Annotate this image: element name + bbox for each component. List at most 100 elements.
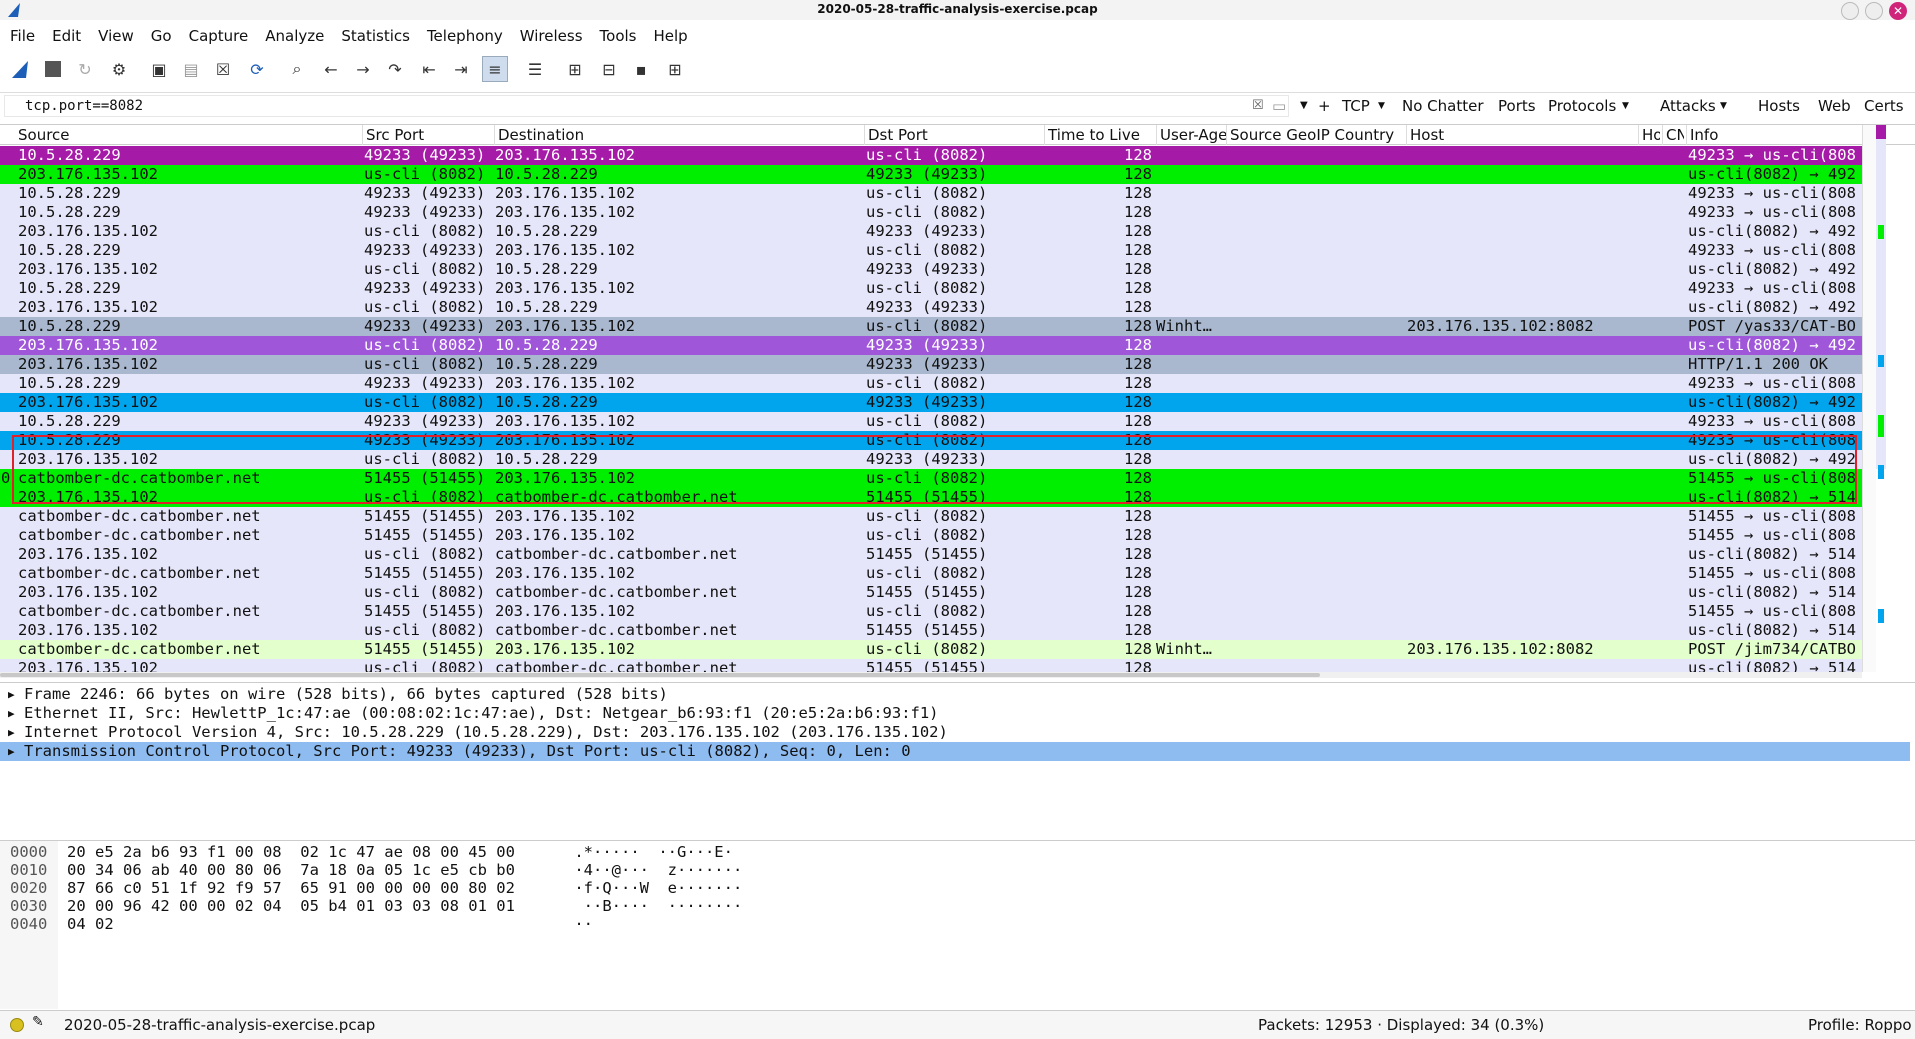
first-packet-icon[interactable]: ⇤ [416,56,442,82]
column-header-destination[interactable]: Destination [498,126,862,144]
column-header-src-port[interactable]: Src Port [366,126,492,144]
column-header-user-ager[interactable]: User-Ager [1160,126,1226,144]
add-filter-button-icon[interactable]: + [1318,95,1331,117]
menu-capture[interactable]: Capture [189,24,258,48]
byte-hex[interactable]: 20 e5 2a b6 93 f1 00 08 02 1c 47 ae 08 0… [67,843,515,861]
packet-row[interactable]: 10.5.28.229 49233 (49233) 203.176.135.102 u… [0,203,1862,222]
clear-filter-icon[interactable]: ☒ [1252,95,1264,117]
column-header-dst-port[interactable]: Dst Port [868,126,1042,144]
column-header-host[interactable]: Host [1410,126,1636,144]
apply-filter-icon[interactable]: ▭ [1272,95,1286,117]
filter-history-icon[interactable]: ▼ [1300,95,1308,117]
packet-row[interactable]: catbomber-dc.catbomber.net 51455 (51455) 2… [0,640,1862,659]
go-to-packet-icon[interactable]: ↷ [382,56,408,82]
packet-row[interactable]: 203.176.135.102 us-cli (8082) 10.5.28.229 4… [0,165,1862,184]
packet-row[interactable]: 203.176.135.102 us-cli (8082) 10.5.28.229 4… [0,336,1862,355]
start-capture-icon[interactable] [8,56,34,82]
menu-wireless[interactable]: Wireless [520,24,592,48]
packet-row[interactable]: 203.176.135.102 us-cli (8082) 10.5.28.229 4… [0,298,1862,317]
save-file-icon[interactable]: ▤ [178,56,204,82]
reload-file-icon[interactable]: ⟳ [244,56,270,82]
find-packet-icon[interactable]: ⌕ [284,56,310,82]
packet-row[interactable]: 203.176.135.102 us-cli (8082) 10.5.28.229 4… [0,260,1862,279]
menu-telephony[interactable]: Telephony [427,24,512,48]
go-forward-icon[interactable]: → [350,56,376,82]
column-divider[interactable] [1226,125,1227,145]
status-profile[interactable]: Profile: Roppo [1808,1016,1912,1034]
menu-analyze[interactable]: Analyze [265,24,333,48]
horizontal-scrollbar[interactable] [0,672,1862,678]
close-file-icon[interactable]: ☒ [210,56,236,82]
packet-row[interactable]: catbomber-dc.catbomber.net 51455 (51455) 2… [0,602,1862,621]
resize-columns-icon[interactable]: ⊞ [662,56,688,82]
column-header-cn[interactable]: CN [1666,126,1684,144]
column-header-info[interactable]: Info [1690,126,1862,144]
filter-button-web[interactable]: Web [1818,95,1851,117]
vertical-scrollbar[interactable] [1862,125,1876,672]
packet-minimap[interactable] [1876,125,1915,672]
filter-button-tcp[interactable]: TCP [1342,95,1370,117]
column-divider[interactable] [1686,125,1687,145]
byte-offset[interactable]: 0010 [10,861,47,879]
dropdown-arrow-icon[interactable]: ▼ [1720,95,1727,117]
menu-go[interactable]: Go [151,24,181,48]
menu-view[interactable]: View [98,24,143,48]
expand-arrow-icon[interactable]: ▶ [8,704,15,723]
filter-button-ports[interactable]: Ports [1498,95,1536,117]
dropdown-arrow-icon[interactable]: ▼ [1622,95,1629,117]
normal-size-icon[interactable]: ▪ [628,56,654,82]
zoom-in-icon[interactable]: ⊞ [562,56,588,82]
column-divider[interactable] [864,125,865,145]
menu-tools[interactable]: Tools [600,24,646,48]
column-divider[interactable] [1044,125,1045,145]
packet-row[interactable]: 203.176.135.102 us-cli (8082) catbomber-dc… [0,583,1862,602]
packet-row[interactable]: 203.176.135.102 us-cli (8082) catbomber-dc… [0,545,1862,564]
detail-tree-item[interactable]: ▶ Internet Protocol Version 4, Src: 10.5.… [0,723,1910,742]
byte-hex[interactable]: 20 00 96 42 00 00 02 04 05 b4 01 03 03 0… [67,897,515,915]
packet-row[interactable]: 10.5.28.229 49233 (49233) 203.176.135.102 u… [0,412,1862,431]
dropdown-arrow-icon[interactable]: ▼ [1378,95,1385,117]
expand-arrow-icon[interactable]: ▶ [8,742,15,761]
close-button[interactable]: ✕ [1889,2,1907,20]
go-back-icon[interactable]: ← [318,56,344,82]
column-header-source[interactable]: Source [18,126,354,144]
packet-row[interactable]: catbomber-dc.catbomber.net 51455 (51455) 2… [0,507,1862,526]
packet-row[interactable]: catbomber-dc.catbomber.net 51455 (51455) 2… [0,564,1862,583]
menu-help[interactable]: Help [653,24,696,48]
column-header-time-to-live[interactable]: Time to Live [1048,126,1154,144]
colorize-icon[interactable]: ☰ [522,56,548,82]
column-divider[interactable] [1638,125,1639,145]
column-header-ho[interactable]: Ho: [1642,126,1660,144]
filter-button-no-chatter[interactable]: No Chatter [1402,95,1484,117]
byte-offset[interactable]: 0040 [10,915,47,933]
byte-ascii[interactable]: .*····· ··G···E· [565,843,733,861]
packet-row[interactable]: 10.5.28.229 49233 (49233) 203.176.135.102 u… [0,279,1862,298]
maximize-button[interactable] [1865,2,1883,20]
packet-row[interactable]: catbomber-dc.catbomber.net 51455 (51455) 2… [0,526,1862,545]
last-packet-icon[interactable]: ⇥ [448,56,474,82]
column-divider[interactable] [1156,125,1157,145]
auto-scroll-icon[interactable]: ≡ [482,56,508,82]
packet-row[interactable]: 10.5.28.229 49233 (49233) 203.176.135.102 u… [0,374,1862,393]
filter-button-protocols[interactable]: Protocols [1548,95,1616,117]
detail-tree-item[interactable]: ▶ Transmission Control Protocol, Src Port… [0,742,1910,761]
menu-file[interactable]: File [10,24,44,48]
byte-ascii[interactable]: ·4··@··· z······· [565,861,742,879]
detail-tree-item[interactable]: ▶ Frame 2246: 66 bytes on wire (528 bits)… [0,685,1910,704]
byte-offset[interactable]: 0020 [10,879,47,897]
byte-ascii[interactable]: ··B···· ········ [565,897,743,915]
packet-row[interactable]: 10.5.28.229 49233 (49233) 203.176.135.102 u… [0,317,1862,336]
byte-hex[interactable]: 04 02 [67,915,114,933]
menu-statistics[interactable]: Statistics [341,24,419,48]
capture-comment-icon[interactable]: ✎ [32,1014,44,1030]
byte-hex[interactable]: 87 66 c0 51 1f 92 f9 57 65 91 00 00 00 0… [67,879,515,897]
byte-offset[interactable]: 0000 [10,843,47,861]
filter-button-attacks[interactable]: Attacks [1660,95,1716,117]
capture-options-icon[interactable]: ⚙ [106,56,132,82]
packet-row[interactable]: 203.176.135.102 us-cli (8082) catbomber-dc… [0,659,1862,672]
menu-edit[interactable]: Edit [52,24,90,48]
column-divider[interactable] [1662,125,1663,145]
stop-capture-icon[interactable] [40,56,66,82]
expand-arrow-icon[interactable]: ▶ [8,685,15,704]
packet-row[interactable]: 10.5.28.229 49233 (49233) 203.176.135.102 u… [0,241,1862,260]
